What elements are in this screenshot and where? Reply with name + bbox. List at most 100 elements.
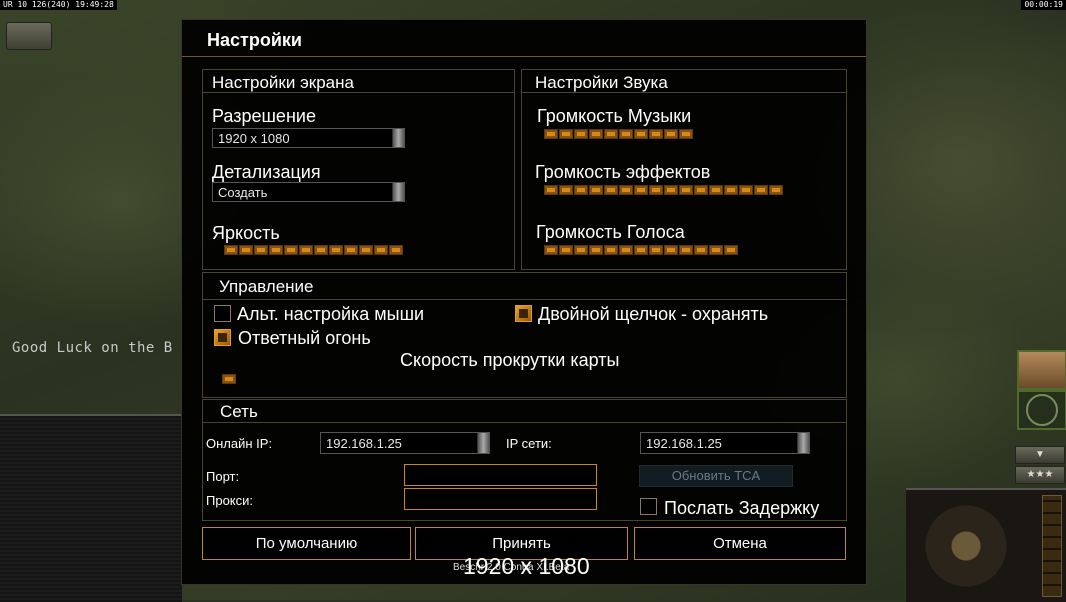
slider-segment bbox=[649, 185, 663, 195]
slider-segment bbox=[724, 185, 738, 195]
slider-segment bbox=[604, 245, 618, 255]
slider-segment bbox=[269, 245, 283, 255]
slider-segment bbox=[299, 245, 313, 255]
resolution-select[interactable]: 1920 x 1080 bbox=[212, 128, 405, 148]
port-label: Порт: bbox=[206, 469, 240, 484]
lan-ip-select[interactable]: 192.168.1.25 bbox=[640, 432, 810, 454]
slider-segment bbox=[314, 245, 328, 255]
slider-segment bbox=[679, 245, 693, 255]
alt-mouse-label: Альт. настройка мыши bbox=[237, 304, 425, 324]
double-click-checkbox[interactable] bbox=[515, 305, 532, 322]
rank-stars[interactable]: ★★★ bbox=[1015, 466, 1065, 484]
dropdown-arrow-icon[interactable] bbox=[392, 183, 404, 201]
slider-segment bbox=[664, 245, 678, 255]
power-bar bbox=[1042, 495, 1062, 597]
slider-segment bbox=[679, 185, 693, 195]
slider-segment bbox=[329, 245, 343, 255]
slider-segment bbox=[664, 129, 678, 139]
game-timer: 00:00:19 bbox=[1021, 0, 1066, 10]
retaliation-checkbox[interactable] bbox=[214, 329, 231, 346]
slider-segment bbox=[649, 245, 663, 255]
slider-segment bbox=[559, 129, 573, 139]
slider-segment bbox=[649, 129, 663, 139]
slider-segment bbox=[694, 185, 708, 195]
network-title: Сеть bbox=[220, 402, 258, 421]
slider-segment bbox=[589, 129, 603, 139]
slider-segment bbox=[254, 245, 268, 255]
slider-segment bbox=[739, 185, 753, 195]
double-click-label: Двойной щелчок - охранять bbox=[538, 304, 769, 324]
voice-volume-slider[interactable] bbox=[544, 245, 738, 256]
dialog-title: Настройки bbox=[207, 30, 302, 50]
detail-value: Создать bbox=[218, 185, 268, 200]
resolution-overlay: 1920 x 1080 bbox=[463, 553, 590, 579]
send-delay-checkbox[interactable] bbox=[640, 498, 657, 515]
slider-segment bbox=[224, 245, 238, 255]
update-tca-button[interactable]: Обновить TCA bbox=[639, 465, 793, 487]
slider-segment bbox=[359, 245, 373, 255]
alt-mouse-checkbox[interactable] bbox=[214, 305, 231, 322]
slider-segment bbox=[574, 245, 588, 255]
slider-segment bbox=[559, 245, 573, 255]
dropdown-arrow-icon[interactable] bbox=[477, 433, 489, 453]
sound-settings-title: Настройки Звука bbox=[535, 73, 668, 92]
slider-segment bbox=[604, 185, 618, 195]
chat-message: Good Luck on the B bbox=[12, 340, 173, 356]
title-divider bbox=[182, 56, 866, 57]
fps-status: UR 10 126(240) 19:49:28 bbox=[0, 0, 117, 10]
slider-segment bbox=[679, 129, 693, 139]
detail-label: Детализация bbox=[212, 162, 321, 182]
detail-select[interactable]: Создать bbox=[212, 182, 405, 202]
resolution-value: 1920 x 1080 bbox=[218, 131, 290, 146]
proxy-label: Прокси: bbox=[206, 493, 254, 508]
slider-segment bbox=[389, 245, 403, 255]
slider-segment bbox=[604, 129, 618, 139]
brightness-slider[interactable] bbox=[224, 245, 403, 256]
dropdown-arrow-icon[interactable] bbox=[392, 129, 404, 147]
cancel-button[interactable]: Отмена bbox=[634, 527, 846, 560]
command-bar-left bbox=[0, 414, 182, 602]
slider-segment bbox=[709, 185, 723, 195]
slider-segment bbox=[374, 245, 388, 255]
slider-segment bbox=[574, 185, 588, 195]
slider-segment bbox=[724, 245, 738, 255]
slider-segment bbox=[619, 245, 633, 255]
proxy-input[interactable] bbox=[404, 488, 597, 510]
controls-title: Управление bbox=[219, 277, 314, 296]
slider-segment bbox=[544, 129, 558, 139]
slider-segment bbox=[574, 129, 588, 139]
slider-segment bbox=[344, 245, 358, 255]
slider-segment bbox=[559, 185, 573, 195]
slider-segment bbox=[634, 185, 648, 195]
effects-volume-label: Громкость эффектов bbox=[535, 162, 711, 182]
slider-segment bbox=[544, 185, 558, 195]
chevron-down-icon[interactable]: ▼ bbox=[1015, 446, 1065, 464]
slider-segment bbox=[284, 245, 298, 255]
slider-segment bbox=[544, 245, 558, 255]
compass-icon[interactable] bbox=[1017, 390, 1066, 430]
dropdown-arrow-icon[interactable] bbox=[797, 433, 809, 453]
scroll-speed-slider[interactable] bbox=[222, 374, 236, 384]
defaults-button[interactable]: По умолчанию bbox=[202, 527, 411, 560]
resolution-label: Разрешение bbox=[212, 106, 316, 126]
music-volume-slider[interactable] bbox=[544, 129, 693, 140]
slider-segment bbox=[619, 129, 633, 139]
scroll-speed-label: Скорость прокрутки карты bbox=[400, 350, 620, 370]
online-ip-select[interactable]: 192.168.1.25 bbox=[320, 432, 490, 454]
screen-settings-title: Настройки экрана bbox=[212, 73, 354, 92]
retaliation-label: Ответный огонь bbox=[238, 328, 371, 348]
voice-volume-label: Громкость Голоса bbox=[536, 222, 685, 242]
general-portrait-icon[interactable] bbox=[1017, 350, 1066, 390]
slider-segment bbox=[664, 185, 678, 195]
port-input[interactable] bbox=[404, 464, 597, 486]
slider-segment bbox=[634, 245, 648, 255]
effects-volume-slider[interactable] bbox=[544, 185, 783, 196]
online-ip-value: 192.168.1.25 bbox=[326, 436, 402, 451]
lan-ip-label: IP сети: bbox=[506, 436, 552, 451]
brightness-label: Яркость bbox=[212, 223, 280, 243]
slider-segment bbox=[754, 185, 768, 195]
slider-segment bbox=[589, 245, 603, 255]
unit-icon[interactable] bbox=[6, 22, 52, 50]
online-ip-label: Онлайн IP: bbox=[206, 436, 273, 451]
slider-segment bbox=[619, 185, 633, 195]
